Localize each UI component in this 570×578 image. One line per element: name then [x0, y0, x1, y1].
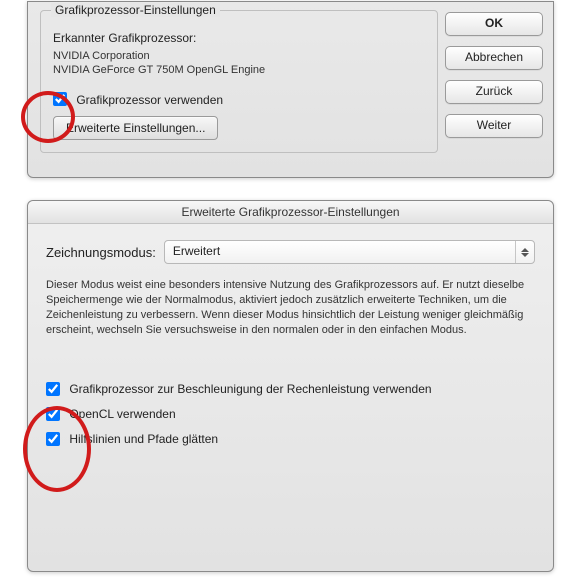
opt-smooth-label: Hilfslinien und Pfade glätten: [69, 432, 218, 446]
drawing-mode-value: Erweitert: [173, 244, 220, 258]
chevron-up-icon: [521, 248, 529, 252]
opt-gpu-compute-label: Grafikprozessor zur Beschleunigung der R…: [69, 382, 431, 396]
drawing-mode-description: Dieser Modus weist eine besonders intens…: [46, 278, 535, 337]
next-button[interactable]: Weiter: [445, 114, 543, 138]
opt-opencl-label: OpenCL verwenden: [69, 407, 175, 421]
opt-smooth-checkbox[interactable]: [46, 432, 60, 446]
drawing-mode-select[interactable]: Erweitert: [164, 240, 535, 264]
opt-gpu-compute-row: Grafikprozessor zur Beschleunigung der R…: [46, 381, 535, 396]
advanced-gpu-body: Zeichnungsmodus: Erweitert Dieser Modus …: [28, 224, 553, 462]
detected-gpu-label: Erkannter Grafikprozessor:: [53, 31, 425, 45]
opt-smooth-row: Hilfslinien und Pfade glätten: [46, 431, 535, 446]
drawing-mode-row: Zeichnungsmodus: Erweitert: [46, 240, 535, 264]
advanced-gpu-title: Erweiterte Grafikprozessor-Einstellungen: [28, 201, 553, 224]
gpu-model: NVIDIA GeForce GT 750M OpenGL Engine: [53, 63, 425, 77]
dialog-button-column: OK Abbrechen Zurück Weiter: [445, 12, 541, 148]
ok-button[interactable]: OK: [445, 12, 543, 36]
cancel-button[interactable]: Abbrechen: [445, 46, 543, 70]
chevron-down-icon: [521, 253, 529, 257]
advanced-settings-button[interactable]: Erweiterte Einstellungen...: [53, 116, 218, 140]
gpu-fieldset-legend: Grafikprozessor-Einstellungen: [51, 3, 220, 17]
gpu-settings-panel: Grafikprozessor-Einstellungen Erkannter …: [40, 10, 438, 170]
advanced-options: Grafikprozessor zur Beschleunigung der R…: [46, 381, 535, 445]
gpu-fieldset: Grafikprozessor-Einstellungen Erkannter …: [40, 10, 438, 153]
opt-opencl-checkbox[interactable]: [46, 407, 60, 421]
use-gpu-row: Grafikprozessor verwenden: [53, 92, 425, 107]
select-stepper-icon: [515, 241, 534, 263]
detected-gpu-info: NVIDIA Corporation NVIDIA GeForce GT 750…: [53, 49, 425, 78]
gpu-vendor: NVIDIA Corporation: [53, 49, 425, 63]
opt-gpu-compute-checkbox[interactable]: [46, 382, 60, 396]
advanced-gpu-dialog: Erweiterte Grafikprozessor-Einstellungen…: [27, 200, 554, 572]
back-button[interactable]: Zurück: [445, 80, 543, 104]
use-gpu-label: Grafikprozessor verwenden: [76, 92, 223, 106]
opt-opencl-row: OpenCL verwenden: [46, 406, 535, 421]
use-gpu-checkbox[interactable]: [53, 92, 67, 106]
drawing-mode-label: Zeichnungsmodus:: [46, 245, 156, 260]
gpu-settings-dialog: Grafikprozessor-Einstellungen Erkannter …: [27, 1, 554, 178]
